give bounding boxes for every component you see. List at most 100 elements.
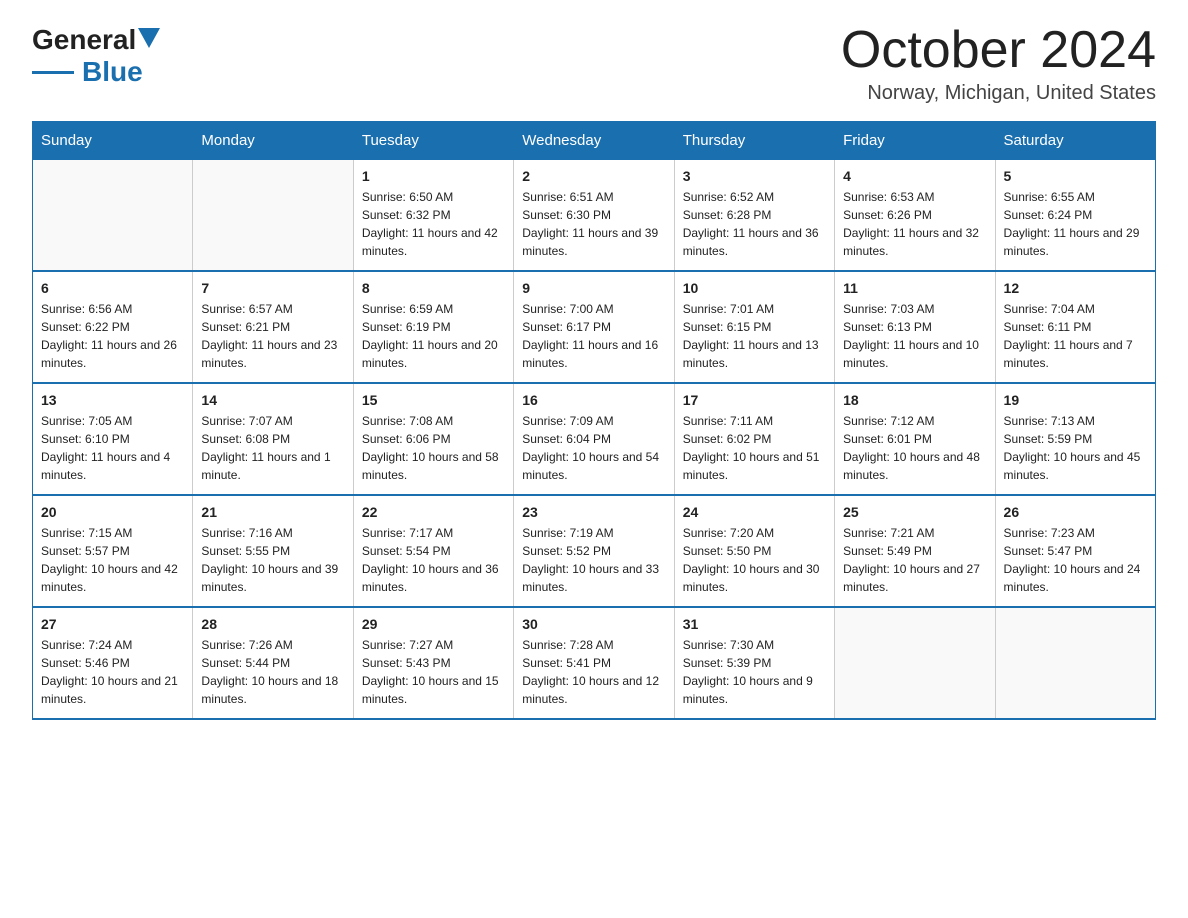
calendar-cell: 16Sunrise: 7:09 AMSunset: 6:04 PMDayligh… [514, 383, 674, 495]
calendar-cell: 28 Sunrise: 7:26 AMSunset: 5:44 PMDayligh… [193, 607, 353, 719]
sunrise-text: Sunrise: 6:59 AM [362, 300, 505, 318]
calendar-cell: 22 Sunrise: 7:17 AMSunset: 5:54 PMDayligh… [353, 495, 513, 607]
day-info: Sunrise: 7:24 AMSunset: 5:46 PMDaylight:… [41, 636, 184, 708]
calendar-cell: 18 Sunrise: 7:12 AMSunset: 6:01 PMDayligh… [835, 383, 995, 495]
sunset-text: Sunset: 5:57 PM [41, 542, 184, 560]
sunset-text: Sunset: 6:17 PM [522, 318, 665, 336]
sunrise-text: Sunrise: 6:51 AM [522, 188, 665, 206]
calendar-cell: 2 Sunrise: 6:51 AMSunset: 6:30 PMDaylight… [514, 160, 674, 272]
day-info: Sunrise: 6:59 AMSunset: 6:19 PMDaylight:… [362, 300, 505, 372]
day-info: Sunrise: 7:07 AMSunset: 6:08 PMDaylight:… [201, 412, 344, 484]
day-info: Sunrise: 7:04 AMSunset: 6:11 PMDaylight:… [1004, 300, 1147, 372]
sunrise-text: Sunrise: 7:27 AM [362, 636, 505, 654]
daylight-text: Daylight: 10 hours and 36 minutes. [362, 560, 505, 596]
day-info: Sunrise: 7:28 AMSunset: 5:41 PMDaylight:… [522, 636, 665, 708]
sunrise-text: Sunrise: 7:16 AM [201, 524, 344, 542]
calendar-cell: 10Sunrise: 7:01 AMSunset: 6:15 PMDayligh… [674, 271, 834, 383]
calendar-cell: 1Sunrise: 6:50 AMSunset: 6:32 PMDaylight… [353, 160, 513, 272]
day-info: Sunrise: 7:00 AMSunset: 6:17 PMDaylight:… [522, 300, 665, 372]
day-info: Sunrise: 6:51 AMSunset: 6:30 PMDaylight:… [522, 188, 665, 260]
calendar-cell: 3Sunrise: 6:52 AMSunset: 6:28 PMDaylight… [674, 160, 834, 272]
sunset-text: Sunset: 5:43 PM [362, 654, 505, 672]
day-number: 24 [683, 504, 826, 520]
sunrise-text: Sunrise: 7:11 AM [683, 412, 826, 430]
day-info: Sunrise: 7:30 AMSunset: 5:39 PMDaylight:… [683, 636, 826, 708]
daylight-text: Daylight: 11 hours and 36 minutes. [683, 224, 826, 260]
month-title: October 2024 [841, 24, 1156, 76]
day-number: 17 [683, 392, 826, 408]
sunrise-text: Sunrise: 6:56 AM [41, 300, 184, 318]
sunset-text: Sunset: 6:06 PM [362, 430, 505, 448]
calendar-header-row: SundayMondayTuesdayWednesdayThursdayFrid… [33, 122, 1156, 160]
daylight-text: Daylight: 11 hours and 13 minutes. [683, 336, 826, 372]
day-number: 11 [843, 280, 986, 296]
sunrise-text: Sunrise: 7:01 AM [683, 300, 826, 318]
daylight-text: Daylight: 10 hours and 18 minutes. [201, 672, 344, 708]
sunset-text: Sunset: 6:24 PM [1004, 206, 1147, 224]
calendar-cell: 20Sunrise: 7:15 AMSunset: 5:57 PMDayligh… [33, 495, 193, 607]
day-number: 25 [843, 504, 986, 520]
sunset-text: Sunset: 6:01 PM [843, 430, 986, 448]
day-number: 31 [683, 616, 826, 632]
sunrise-text: Sunrise: 7:24 AM [41, 636, 184, 654]
sunrise-text: Sunrise: 7:17 AM [362, 524, 505, 542]
day-number: 6 [41, 280, 184, 296]
calendar-header-wednesday: Wednesday [514, 122, 674, 160]
day-info: Sunrise: 7:23 AMSunset: 5:47 PMDaylight:… [1004, 524, 1147, 596]
daylight-text: Daylight: 11 hours and 39 minutes. [522, 224, 665, 260]
day-info: Sunrise: 7:05 AMSunset: 6:10 PMDaylight:… [41, 412, 184, 484]
logo-line [32, 71, 74, 74]
sunset-text: Sunset: 6:26 PM [843, 206, 986, 224]
day-info: Sunrise: 7:19 AMSunset: 5:52 PMDaylight:… [522, 524, 665, 596]
calendar-week-1: 1Sunrise: 6:50 AMSunset: 6:32 PMDaylight… [33, 160, 1156, 272]
day-number: 2 [522, 168, 665, 184]
calendar-cell: 14Sunrise: 7:07 AMSunset: 6:08 PMDayligh… [193, 383, 353, 495]
day-number: 7 [201, 280, 344, 296]
calendar-cell: 26Sunrise: 7:23 AMSunset: 5:47 PMDayligh… [995, 495, 1155, 607]
sunset-text: Sunset: 6:32 PM [362, 206, 505, 224]
sunrise-text: Sunrise: 7:08 AM [362, 412, 505, 430]
calendar-cell: 23 Sunrise: 7:19 AMSunset: 5:52 PMDayligh… [514, 495, 674, 607]
daylight-text: Daylight: 10 hours and 45 minutes. [1004, 448, 1147, 484]
calendar-cell: 21Sunrise: 7:16 AMSunset: 5:55 PMDayligh… [193, 495, 353, 607]
sunrise-text: Sunrise: 7:03 AM [843, 300, 986, 318]
calendar-cell: 15Sunrise: 7:08 AMSunset: 6:06 PMDayligh… [353, 383, 513, 495]
day-info: Sunrise: 7:26 AMSunset: 5:44 PMDaylight:… [201, 636, 344, 708]
sunset-text: Sunset: 6:15 PM [683, 318, 826, 336]
sunrise-text: Sunrise: 7:09 AM [522, 412, 665, 430]
sunrise-text: Sunrise: 7:07 AM [201, 412, 344, 430]
day-number: 21 [201, 504, 344, 520]
sunrise-text: Sunrise: 7:23 AM [1004, 524, 1147, 542]
calendar-cell: 7Sunrise: 6:57 AMSunset: 6:21 PMDaylight… [193, 271, 353, 383]
daylight-text: Daylight: 10 hours and 24 minutes. [1004, 560, 1147, 596]
calendar-cell: 27Sunrise: 7:24 AMSunset: 5:46 PMDayligh… [33, 607, 193, 719]
daylight-text: Daylight: 10 hours and 9 minutes. [683, 672, 826, 708]
calendar-cell: 8Sunrise: 6:59 AMSunset: 6:19 PMDaylight… [353, 271, 513, 383]
day-number: 28 [201, 616, 344, 632]
sunset-text: Sunset: 6:22 PM [41, 318, 184, 336]
calendar-header-thursday: Thursday [674, 122, 834, 160]
sunrise-text: Sunrise: 7:21 AM [843, 524, 986, 542]
sunset-text: Sunset: 6:13 PM [843, 318, 986, 336]
daylight-text: Daylight: 10 hours and 12 minutes. [522, 672, 665, 708]
day-info: Sunrise: 7:12 AMSunset: 6:01 PMDaylight:… [843, 412, 986, 484]
day-info: Sunrise: 7:01 AMSunset: 6:15 PMDaylight:… [683, 300, 826, 372]
calendar-cell: 9Sunrise: 7:00 AMSunset: 6:17 PMDaylight… [514, 271, 674, 383]
sunrise-text: Sunrise: 6:52 AM [683, 188, 826, 206]
day-info: Sunrise: 7:17 AMSunset: 5:54 PMDaylight:… [362, 524, 505, 596]
day-number: 22 [362, 504, 505, 520]
sunrise-text: Sunrise: 6:53 AM [843, 188, 986, 206]
calendar-header-sunday: Sunday [33, 122, 193, 160]
day-number: 23 [522, 504, 665, 520]
daylight-text: Daylight: 10 hours and 42 minutes. [41, 560, 184, 596]
sunset-text: Sunset: 5:49 PM [843, 542, 986, 560]
sunrise-text: Sunrise: 6:50 AM [362, 188, 505, 206]
calendar-cell [835, 607, 995, 719]
day-info: Sunrise: 6:52 AMSunset: 6:28 PMDaylight:… [683, 188, 826, 260]
sunset-text: Sunset: 6:30 PM [522, 206, 665, 224]
day-number: 18 [843, 392, 986, 408]
day-number: 12 [1004, 280, 1147, 296]
sunset-text: Sunset: 5:41 PM [522, 654, 665, 672]
calendar-cell: 29Sunrise: 7:27 AMSunset: 5:43 PMDayligh… [353, 607, 513, 719]
sunset-text: Sunset: 6:11 PM [1004, 318, 1147, 336]
